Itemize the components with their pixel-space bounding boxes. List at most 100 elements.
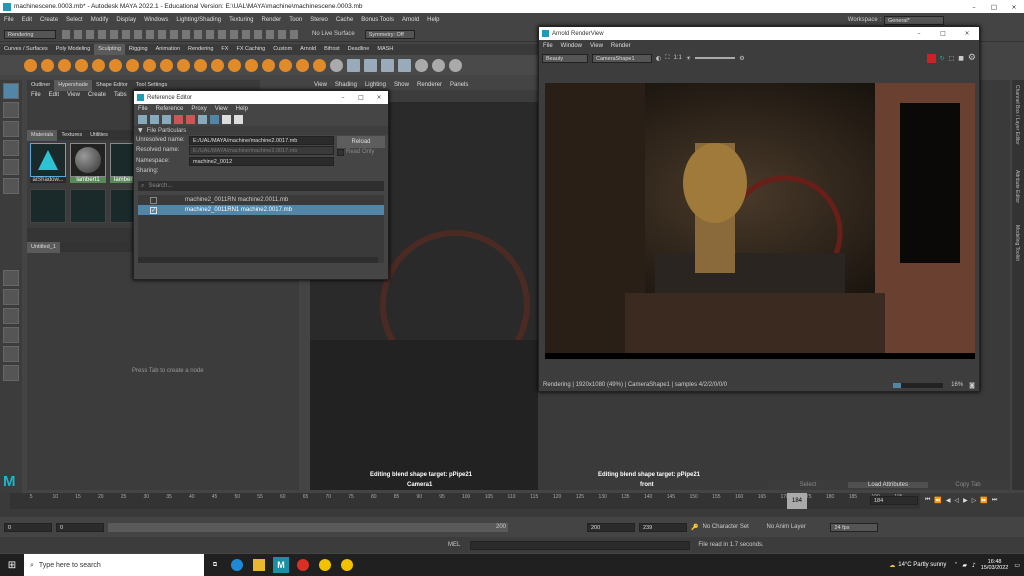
anim-layer-select[interactable]: No Anim Layer — [766, 524, 826, 530]
vp-menu-panels[interactable]: Panels — [446, 82, 472, 88]
exposure-slider[interactable] — [695, 57, 736, 59]
file-explorer-icon[interactable] — [253, 559, 265, 571]
search-bar[interactable]: ⌕ Search... — [138, 181, 384, 191]
file-info-icon[interactable] — [222, 115, 231, 124]
end-time-field[interactable]: 239 — [639, 522, 687, 532]
render-image[interactable] — [545, 83, 975, 359]
menu-create[interactable]: Create — [36, 17, 62, 23]
workspace-select[interactable]: General* — [884, 15, 944, 25]
ratio-label[interactable]: 1:1 — [673, 55, 681, 61]
tab-materials[interactable]: Materials — [27, 129, 58, 141]
tab-shape-editor[interactable]: Shape Editor — [92, 80, 132, 91]
menu-help[interactable]: Help — [423, 17, 443, 23]
ref-maximize-button[interactable]: □ — [352, 94, 370, 101]
flatten-tool-icon[interactable] — [109, 58, 122, 72]
norton-icon-2[interactable] — [341, 559, 353, 571]
smear-tool-icon[interactable] — [262, 58, 275, 72]
layout-custom-icon[interactable] — [3, 346, 19, 362]
tab-outliner[interactable]: Outliner — [27, 80, 54, 91]
hs-menu-create[interactable]: Create — [84, 92, 110, 98]
time-slider[interactable]: 5 10 15 20 25 30 35 40 45 50 55 60 65 70 75 80 85 90 95 100… — [0, 493, 1024, 517]
foamy-tool-icon[interactable] — [126, 58, 139, 72]
lasso-tool-icon[interactable] — [3, 102, 19, 118]
shelf-tab-mash[interactable]: MASH — [373, 44, 397, 55]
arnold-menu-window[interactable]: Window — [557, 43, 586, 49]
front-viewport[interactable]: Editing blend shape target: pPipe21 fron… — [538, 392, 768, 490]
clock[interactable]: 16:48 15/03/2022 — [981, 559, 1009, 571]
select-button[interactable]: Select — [768, 481, 848, 488]
arnold-settings-icon[interactable]: ⚙ — [968, 53, 976, 63]
rotate-tool-icon[interactable] — [3, 159, 19, 175]
tube-tool-icon[interactable] — [432, 58, 445, 72]
maya-taskbar-icon[interactable]: M — [273, 557, 289, 573]
vp-menu-lighting[interactable]: Lighting — [361, 82, 390, 88]
shelf-tab-rendering[interactable]: Rendering — [184, 44, 217, 55]
arnold-swatch-icon[interactable] — [30, 189, 66, 223]
wax-tool-icon[interactable] — [194, 58, 207, 72]
fill-tool-icon[interactable] — [228, 58, 241, 72]
swatch-aishadow[interactable]: aiShadow... — [30, 143, 66, 183]
step-back-icon[interactable]: ◀ — [946, 497, 951, 504]
mask-tool-icon[interactable] — [330, 58, 343, 72]
select-file-icon[interactable] — [210, 115, 219, 124]
arnold-menu-view[interactable]: View — [586, 43, 607, 49]
maximize-button[interactable]: □ — [984, 3, 1004, 11]
tab-attribute-editor[interactable]: Attribute Editor — [1014, 170, 1020, 203]
layout-single-icon[interactable] — [3, 270, 19, 286]
chrome-icon[interactable] — [297, 559, 309, 571]
copy-tab-button[interactable]: Copy Tab — [928, 481, 1008, 488]
unresolved-name-field[interactable]: E:/UAL/MAYA/machine/machine2.0017.mb — [189, 136, 334, 145]
hs-menu-edit[interactable]: Edit — [45, 92, 63, 98]
stop-render-icon[interactable] — [926, 53, 936, 63]
fps-select[interactable]: 24 fps — [830, 522, 879, 532]
current-frame-marker[interactable]: 184 — [787, 493, 807, 509]
select-tool-icon[interactable] — [3, 83, 19, 99]
list-item[interactable]: machine2_0011RN machine2.0011.mb — [138, 195, 384, 205]
scale-tool-icon[interactable] — [3, 178, 19, 194]
shelf-tab-sculpting[interactable]: Sculpting — [94, 44, 125, 55]
windows-start-icon[interactable]: ⊞ — [0, 560, 24, 571]
tab-modeling-toolkit[interactable]: Modeling Toolkit — [1014, 225, 1020, 261]
arnold-swatch-icon[interactable] — [70, 189, 106, 223]
imprint-tool-icon[interactable] — [177, 58, 190, 72]
shelf-tab-arnold[interactable]: Arnold — [296, 44, 320, 55]
symmetry-select[interactable]: Symmetry: Off — [364, 29, 415, 39]
tab-tool-settings[interactable]: Tool Settings — [132, 80, 172, 91]
playback-end-field[interactable]: 200 — [587, 522, 635, 532]
live-surface-label[interactable]: No Live Surface — [312, 31, 355, 37]
search-input[interactable]: Search... — [148, 183, 172, 189]
exposure-icon[interactable]: ☀ — [686, 55, 691, 62]
remove-reference-icon[interactable] — [174, 115, 183, 124]
import-reference-icon[interactable] — [198, 115, 207, 124]
character-set-select[interactable]: No Character Set — [702, 524, 762, 530]
timeline-track[interactable]: 5 10 15 20 25 30 35 40 45 50 55 60 65 70 75 80 85 90 95 100… — [10, 493, 920, 509]
knife-tool-icon[interactable] — [245, 58, 258, 72]
tray-chevron-icon[interactable]: ˄ — [954, 562, 957, 569]
start-time-field[interactable]: 0 — [4, 522, 52, 532]
script-language-label[interactable]: MEL — [448, 542, 460, 548]
arnold-menu-file[interactable]: File — [539, 43, 557, 49]
blend-tool-icon[interactable] — [381, 58, 394, 72]
color-channel-icon[interactable]: ◐ — [656, 55, 661, 62]
file-particulars-header[interactable]: ▼ File Particulars — [134, 126, 388, 135]
tab-channel-box[interactable]: Channel Box / Layer Editor — [1014, 85, 1020, 145]
arnold-maximize-button[interactable]: □ — [931, 30, 955, 37]
menu-stereo[interactable]: Stereo — [306, 17, 332, 23]
swatch-lambert1[interactable]: lambert1 — [70, 143, 106, 183]
ref-minimize-button[interactable]: – — [334, 94, 352, 101]
move-tool-icon[interactable] — [3, 140, 19, 156]
play-back-icon[interactable]: ◁ — [955, 497, 960, 504]
play-forward-icon[interactable]: ▶ — [963, 497, 968, 504]
menu-bonus-tools[interactable]: Bonus Tools — [357, 17, 398, 23]
menu-select[interactable]: Select — [62, 17, 87, 23]
scrape-tool-icon[interactable] — [211, 58, 224, 72]
relax-tool-icon[interactable] — [58, 58, 71, 72]
amplify-tool-icon[interactable] — [296, 58, 309, 72]
vp-menu-view[interactable]: View — [310, 82, 331, 88]
freeze-tool-icon[interactable] — [313, 58, 326, 72]
menu-set-select[interactable]: Rendering — [4, 29, 56, 39]
shelf-tab-curves-surfaces[interactable]: Curves / Surfaces — [0, 44, 52, 55]
menu-toon[interactable]: Toon — [285, 17, 306, 23]
menu-texturing[interactable]: Texturing — [225, 17, 257, 23]
grab-tool-icon[interactable] — [75, 58, 88, 72]
